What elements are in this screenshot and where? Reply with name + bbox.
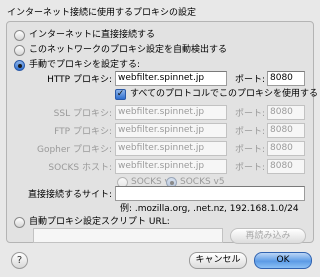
http-port-field[interactable]: 8080 <box>267 71 305 86</box>
http-port-label: ポート: <box>235 75 266 85</box>
gopher-proxy-host-field[interactable]: webfilter.spinnet.jp <box>115 141 227 156</box>
manual-proxy-radio[interactable] <box>14 60 25 71</box>
ssl-port-label: ポート: <box>235 109 266 119</box>
gopher-port-label: ポート: <box>235 145 266 155</box>
share-proxy-label[interactable]: すべてのプロトコルでこのプロキシを使用する <box>130 88 318 100</box>
ssl-proxy-label: SSL プロキシ: <box>53 109 112 119</box>
ssl-port-field[interactable]: 8080 <box>267 105 305 120</box>
socks-port-field[interactable]: 8080 <box>267 159 305 174</box>
help-button[interactable]: ? <box>11 252 28 269</box>
http-proxy-label: HTTP プロキシ: <box>47 75 112 85</box>
ssl-proxy-host-field[interactable]: webfilter.spinnet.jp <box>115 105 227 120</box>
http-proxy-host-field[interactable]: webfilter.spinnet.jp <box>115 71 227 86</box>
socks-port-label: ポート: <box>235 163 266 173</box>
ftp-port-field[interactable]: 8080 <box>267 123 305 138</box>
no-proxy-radio[interactable] <box>14 30 25 41</box>
no-proxy-for-label: 直接接続するサイト: <box>27 190 112 200</box>
ftp-proxy-label: FTP プロキシ: <box>54 127 112 137</box>
reload-button[interactable]: 再読み込み <box>230 228 306 244</box>
auto-detect-label[interactable]: このネットワークのプロキシ設定を自動検出する <box>29 44 227 56</box>
auto-config-label[interactable]: 自動プロキシ設定スクリプト URL: <box>29 216 170 228</box>
no-proxy-for-field[interactable] <box>115 186 305 201</box>
gopher-proxy-label: Gopher プロキシ: <box>36 145 112 155</box>
socks-host-field[interactable]: webfilter.spinnet.jp <box>115 159 227 174</box>
auto-config-url-field[interactable] <box>33 228 223 243</box>
ftp-port-label: ポート: <box>235 127 266 137</box>
manual-proxy-label[interactable]: 手動でプロキシを設定する: <box>29 59 140 71</box>
cancel-button[interactable]: キャンセル <box>189 252 247 269</box>
gopher-port-field[interactable]: 8080 <box>267 141 305 156</box>
auto-detect-radio[interactable] <box>14 45 25 56</box>
auto-config-radio[interactable] <box>14 217 25 228</box>
no-proxy-label[interactable]: インターネットに直接接続する <box>29 29 155 41</box>
share-proxy-checkbox[interactable]: ✓ <box>115 89 126 100</box>
ftp-proxy-host-field[interactable]: webfilter.spinnet.jp <box>115 123 227 138</box>
dialog-title: インターネット接続に使用するプロキシの設定 <box>7 8 197 18</box>
ok-button[interactable]: OK <box>254 252 312 269</box>
no-proxy-example: 例: .mozilla.org, .net.nz, 192.168.1.0/24 <box>120 204 299 214</box>
socks-host-label: SOCKS ホスト: <box>48 163 112 173</box>
